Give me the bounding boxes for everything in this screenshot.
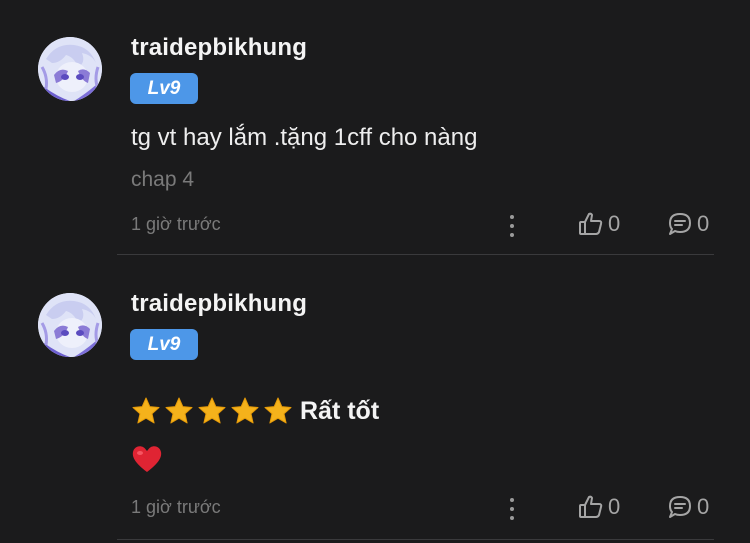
- more-dot: [510, 507, 514, 511]
- more-dot: [510, 516, 514, 520]
- like-count: 0: [608, 494, 621, 519]
- level-badge: Lv9: [130, 329, 198, 360]
- username[interactable]: traidepbikhung: [131, 290, 307, 318]
- comment-item: traidepbikhung Lv9 Rất tốt 1 giờ trước 0…: [0, 0, 750, 543]
- star-icon: [264, 397, 292, 424]
- thumbs-up-icon: [579, 495, 603, 518]
- more-dots-icon: [510, 498, 514, 502]
- star-icon: [231, 397, 259, 424]
- timestamp: 1 giờ trước: [131, 497, 221, 517]
- heart-emoji: [132, 446, 162, 472]
- rating-stars: [131, 396, 293, 426]
- rating-label: Rất tốt: [300, 397, 380, 425]
- star-icon: [165, 397, 193, 424]
- reply-count: 0: [697, 494, 710, 519]
- reply-button[interactable]: 0: [667, 494, 709, 520]
- avatar-image: [38, 293, 102, 357]
- divider: [117, 539, 714, 540]
- star-icon: [198, 397, 226, 424]
- star-icon: [132, 397, 160, 424]
- avatar[interactable]: [38, 293, 102, 357]
- comment-bubble-icon: [669, 496, 691, 518]
- like-button[interactable]: 0: [578, 494, 620, 520]
- more-options-button[interactable]: [503, 498, 521, 520]
